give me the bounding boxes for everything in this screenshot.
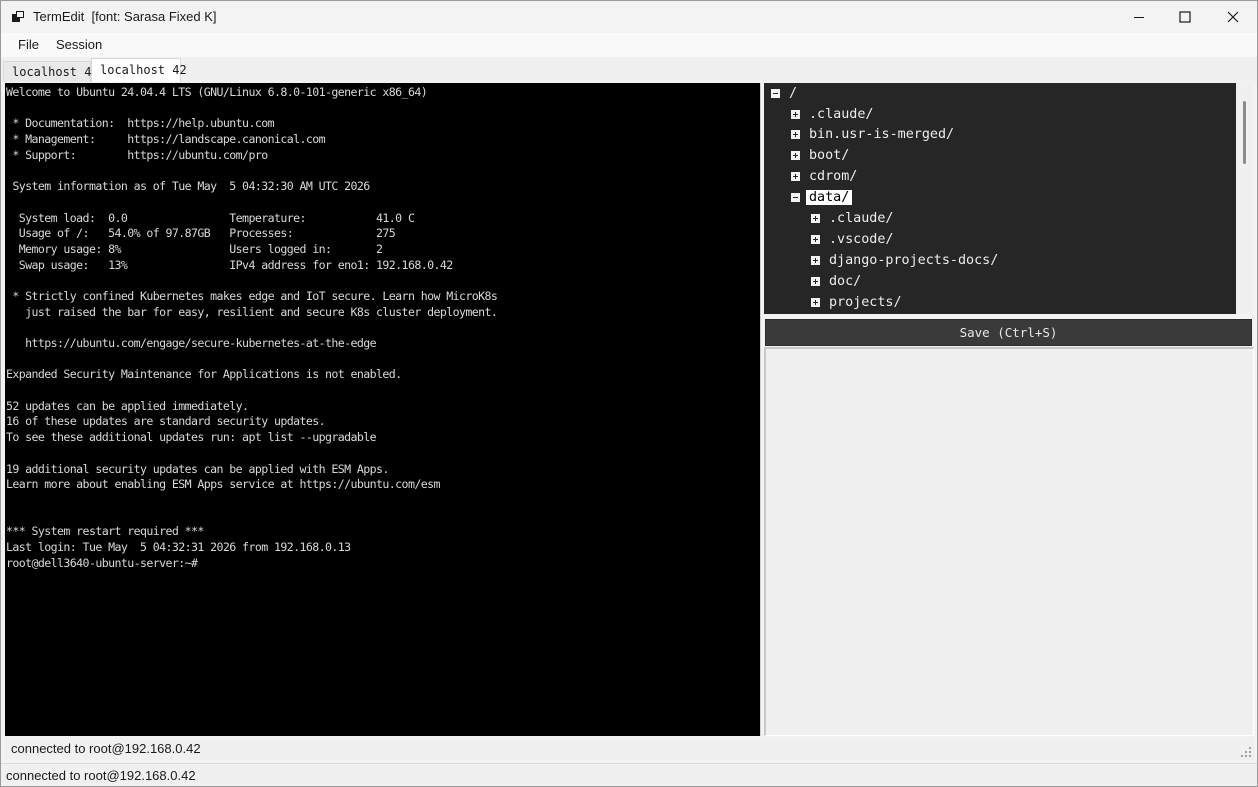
minus-box-icon[interactable] [791,193,800,203]
tree-node-root[interactable]: / [771,83,800,103]
maximize-button[interactable] [1162,1,1208,33]
plus-box-icon[interactable] [791,151,800,161]
window-status-bar: connected to root@192.168.0.42 [1,763,1257,786]
tab-bar: localhost 42 localhost 42 [1,57,1257,82]
plus-box-icon[interactable] [811,276,820,286]
terminal-line: * Strictly confined Kubernetes makes edg… [6,288,498,303]
menu-bar: File Session [1,33,1257,57]
terminal-line: * Documentation: https://help.ubuntu.com [6,116,274,131]
tree-node[interactable]: .claude/ [811,209,897,229]
tree-node-label: cdrom/ [809,169,858,185]
plus-box-icon[interactable] [791,130,800,140]
terminal-line: 52 updates can be applied immediately. [6,398,249,413]
tree-node[interactable]: .vscode/ [811,229,897,249]
terminal-line: To see these additional updates run: apt… [6,430,377,445]
window-title: TermEdit [font: Sarasa Fixed K] [33,9,217,24]
tree-node-label: doc/ [829,273,862,289]
terminal-line: just raised the bar for easy, resilient … [6,304,498,319]
terminal-pane[interactable]: Welcome to Ubuntu 24.04.4 LTS (GNU/Linux… [5,83,761,736]
tree-node-label: / [789,85,798,101]
terminal-line: Memory usage: 8% Users logged in: 2 [6,241,383,256]
tree-node-label: django-projects-docs/ [829,252,999,268]
tree-node[interactable]: django-projects-docs/ [811,250,1001,270]
tree-node[interactable]: bin.usr-is-merged/ [791,125,957,145]
tab-localhost-42-active[interactable]: localhost 42 [91,58,187,82]
save-button[interactable]: Save (Ctrl+S) [765,319,1252,346]
terminal-line: *** System restart required *** [6,524,204,539]
terminal-line: Usage of /: 54.0% of 97.87GB Processes: … [6,226,396,241]
app-window: TermEdit [font: Sarasa Fixed K] File Ses… [0,0,1258,787]
tree-node-label: data/ [806,190,853,206]
plus-box-icon[interactable] [811,297,820,307]
terminal-cursor [197,557,204,570]
terminal-output: Welcome to Ubuntu 24.04.4 LTS (GNU/Linux… [5,83,760,571]
maximize-icon [1179,11,1191,23]
plus-box-icon[interactable] [811,255,820,265]
terminal-line: 19 additional security updates can be ap… [6,461,389,476]
tree-node-label: .claude/ [829,211,894,226]
tree-node[interactable]: .claude/ [791,104,877,124]
plus-box-icon[interactable] [791,109,800,119]
editor-pane[interactable] [764,347,1254,736]
terminal-prompt: root@dell3640-ubuntu-server:~# [6,555,198,570]
terminal-line: https://ubuntu.com/engage/secure-kuberne… [6,336,377,350]
pane-status-text: connected to root@192.168.0.42 [11,741,201,756]
title-bar[interactable]: TermEdit [font: Sarasa Fixed K] [1,1,1257,33]
menu-session[interactable]: Session [56,37,102,52]
terminal-line: 16 of these updates are standard securit… [6,414,326,429]
terminal-line: Welcome to Ubuntu 24.04.4 LTS (GNU/Linux… [6,85,428,99]
terminal-line: System information as of Tue May 5 04:32… [6,179,370,194]
close-button[interactable] [1210,1,1256,33]
minimize-button[interactable] [1116,1,1162,33]
terminal-line: System load: 0.0 Temperature: 41.0 C [6,210,415,225]
minus-box-icon[interactable] [771,88,780,98]
terminal-line: Last login: Tue May 5 04:32:31 2026 from… [6,539,351,554]
terminal-line: Swap usage: 13% IPv4 address for eno1: 1… [6,257,453,272]
minimize-icon [1134,17,1144,18]
file-tree-scroll-thumb[interactable] [1243,101,1246,164]
tree-node-label: projects/ [829,294,902,310]
terminal-line: Learn more about enabling ESM Apps servi… [6,477,440,492]
file-tree-scrollbar[interactable] [1236,83,1252,314]
menu-file[interactable]: File [18,37,39,52]
resize-grip-icon[interactable] [1237,743,1253,759]
app-icon [12,11,24,22]
tree-node-label: .claude/ [809,106,874,122]
plus-box-icon[interactable] [791,172,800,182]
terminal-line: * Support: https://ubuntu.com/pro [6,147,268,162]
tree-node-label: bin.usr-is-merged/ [809,127,955,143]
tree-node[interactable]: projects/ [811,292,905,312]
tree-node[interactable]: cdrom/ [791,167,860,187]
terminal-line: * Management: https://landscape.canonica… [6,132,326,147]
tree-node[interactable]: data/ [791,188,853,208]
tab-localhost-42-first[interactable]: localhost 42 [3,61,99,82]
plus-box-icon[interactable] [811,234,820,244]
tree-node-label: .vscode/ [829,231,894,247]
window-status-text: connected to root@192.168.0.42 [6,768,196,783]
file-tree[interactable]: / .claude/bin.usr-is-merged/boot/cdrom/d… [764,83,1236,314]
terminal-lines: Welcome to Ubuntu 24.04.4 LTS (GNU/Linux… [6,85,498,554]
close-icon [1227,11,1239,23]
tree-node[interactable]: doc/ [811,271,864,291]
tree-node-label: boot/ [809,148,850,164]
pane-status-bar: connected to root@192.168.0.42 [5,737,1255,760]
terminal-line: Expanded Security Maintenance for Applic… [6,367,402,382]
plus-box-icon[interactable] [811,214,820,223]
tree-node[interactable]: boot/ [791,146,852,166]
